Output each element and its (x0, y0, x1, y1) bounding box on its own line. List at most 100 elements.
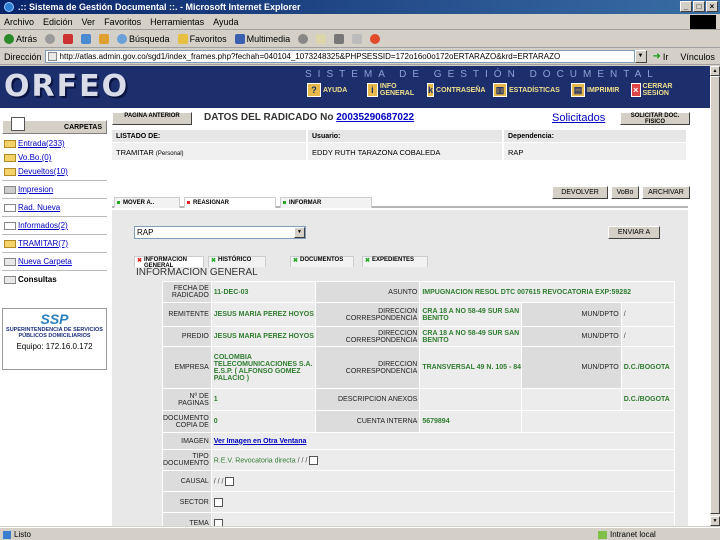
listado-label: LISTADO DE: (112, 130, 308, 142)
maximize-button[interactable]: □ (693, 1, 705, 12)
favorites-button[interactable]: Favoritos (177, 34, 227, 44)
link-informados[interactable]: Informados(2) (4, 220, 107, 231)
paginas-label: Nº DE PAGINAS (162, 388, 212, 411)
dependencia-label: Dependencia: (504, 130, 688, 142)
links-button[interactable]: Vínculos (680, 52, 715, 62)
menu-ver[interactable]: Ver (82, 17, 96, 27)
stop-button[interactable] (63, 34, 74, 44)
divider (2, 198, 107, 199)
edit-tema-button[interactable] (213, 518, 223, 526)
remitente-label: REMITENTE (162, 302, 212, 327)
folder-devueltos[interactable]: Devueltos(10) (4, 166, 107, 177)
menu-favoritos[interactable]: Favoritos (104, 17, 141, 27)
sector-label: SECTOR (162, 491, 212, 513)
tab-historico[interactable]: ✖ HISTÓRICO (208, 256, 266, 267)
folder-entrada[interactable]: Entrada(233) (4, 138, 107, 149)
prev-page-button[interactable]: PAGINA ANTERIOR (112, 112, 192, 125)
help-icon: ? (307, 83, 321, 97)
mail-icon (316, 34, 327, 44)
minimize-button[interactable]: _ (680, 1, 692, 12)
home-button[interactable] (99, 34, 110, 44)
tipo-documento-label: TIPO DOCUMENTO (162, 449, 212, 471)
folder-list: Entrada(233) Vo.Bo.(0) Devueltos(10) Imp… (2, 135, 107, 288)
solicitar-fisico-button[interactable]: SOLICITAR DOC. FISICO (620, 112, 690, 125)
title-row: PAGINA ANTERIOR DATOS DEL RADICADO No 20… (112, 112, 708, 126)
nav-info-general[interactable]: i INFO GENERAL (365, 82, 421, 98)
page-scrollbar[interactable]: ▲ ▼ (710, 66, 720, 526)
nav-contrasena[interactable]: k CONTRASEÑA (425, 82, 487, 98)
info-general-title: INFORMACION GENERAL (136, 267, 258, 278)
asunto-value: IMPUGNACION RESOL DTC 007615 REVOCATORIA… (419, 281, 675, 303)
action-tabs: MOVER A.. REASIGNAR INFORMAR (112, 196, 688, 208)
menu-ayuda[interactable]: Ayuda (213, 17, 238, 27)
edit-sector-button[interactable] (213, 497, 223, 507)
window-title: .:: Sistema de Gestión Documental ::. - … (18, 2, 301, 12)
nav-estadisticas[interactable]: ▥ ESTADÍSTICAS (491, 82, 565, 98)
menu-herramientas[interactable]: Herramientas (150, 17, 204, 27)
refresh-button[interactable] (81, 34, 92, 44)
multimedia-button[interactable]: Multimedia (234, 34, 290, 44)
search-icon (117, 34, 128, 44)
tab-documentos[interactable]: ✖ DOCUMENTOS (290, 256, 354, 267)
folder-vobo[interactable]: Vo.Bo.(0) (4, 152, 107, 163)
tema-label: TEMA (162, 512, 212, 526)
empresa-label: EMPRESA (162, 346, 212, 389)
menu-archivo[interactable]: Archivo (4, 17, 34, 27)
print-button[interactable] (334, 34, 345, 44)
document-icon (4, 221, 16, 230)
scroll-down-button[interactable]: ▼ (710, 516, 720, 526)
dependencia-value: RAP (504, 143, 688, 160)
link-rad-nueva[interactable]: Rad. Nueva (4, 202, 107, 213)
scroll-thumb[interactable] (710, 76, 720, 514)
edit-icon (352, 34, 363, 44)
radicado-link[interactable]: 20035290687022 (336, 112, 414, 123)
mail-button[interactable] (316, 34, 327, 44)
ssp-logo: SSP (40, 311, 69, 327)
menu-bar: Archivo Edición Ver Favoritos Herramient… (0, 14, 720, 30)
windows-logo-icon (690, 15, 716, 29)
go-button[interactable]: ➜ Ir (653, 51, 669, 62)
address-input[interactable]: http://atlas.admin.gov.co/sgd1/index_fra… (44, 50, 635, 63)
messenger-button[interactable] (370, 34, 381, 44)
solicitados-link[interactable]: Solicitados (552, 112, 605, 124)
nav-cerrar-sesion[interactable]: × CERRAR SESION (629, 82, 681, 98)
address-dropdown-button[interactable]: ▼ (634, 50, 647, 63)
tab-expedientes[interactable]: ✖ EXPEDIENTES (362, 256, 428, 267)
tab-mover-a[interactable]: MOVER A.. (114, 197, 180, 208)
enviar-a-button[interactable]: ENVIAR A (608, 226, 660, 239)
nav-ayuda[interactable]: ? AYUDA (305, 82, 361, 98)
close-button[interactable]: × (706, 1, 718, 12)
orfeo-banner: ORFEO SISTEMA DE GESTIÓN DOCUMENTAL ? AY… (0, 66, 710, 108)
messenger-icon (370, 34, 381, 44)
link-nueva-carpeta[interactable]: Nueva Carpeta (4, 256, 107, 267)
edit-causal-button[interactable] (225, 476, 235, 486)
mun-value: / (620, 326, 676, 347)
search-button[interactable]: Búsqueda (117, 34, 170, 44)
ver-imagen-link[interactable]: Ver Imagen en Otra Ventana (214, 438, 307, 445)
history-button[interactable] (298, 34, 309, 44)
key-icon: k (427, 83, 435, 97)
edit-tipo-button[interactable] (309, 455, 319, 465)
scroll-up-button[interactable]: ▲ (710, 66, 720, 76)
direccion-value: CRA 18 A NO 58-49 SUR SAN BENITO (419, 326, 523, 347)
forward-button[interactable] (45, 34, 56, 44)
dependencia-select[interactable]: RAP ▼ (134, 226, 306, 239)
search-icon (4, 275, 16, 284)
nav-imprimir[interactable]: ▤ IMPRIMIR (569, 82, 625, 98)
back-button[interactable]: Atrás (4, 34, 37, 44)
link-tramitar[interactable]: TRAMITAR(7) (4, 238, 107, 249)
link-consultas[interactable]: Consultas (4, 274, 107, 285)
tab-informacion-general[interactable]: ✖ INFORMACION GENERAL (134, 256, 204, 268)
folders-panel: CARPETAS Entrada(233) Vo.Bo.(0) Devuelto… (0, 108, 110, 526)
divider (2, 216, 107, 217)
tab-bullet-icon (117, 201, 120, 204)
tab-x-icon: ✖ (365, 258, 371, 264)
tab-reasignar[interactable]: REASIGNAR (184, 197, 276, 208)
menu-edicion[interactable]: Edición (43, 17, 73, 27)
star-icon (177, 34, 188, 44)
edit-button[interactable] (352, 34, 363, 44)
paginas-value: 1 (210, 388, 316, 411)
divider (2, 252, 107, 253)
link-impresion[interactable]: Impresion (4, 184, 107, 195)
tab-informar[interactable]: INFORMAR (280, 197, 372, 208)
